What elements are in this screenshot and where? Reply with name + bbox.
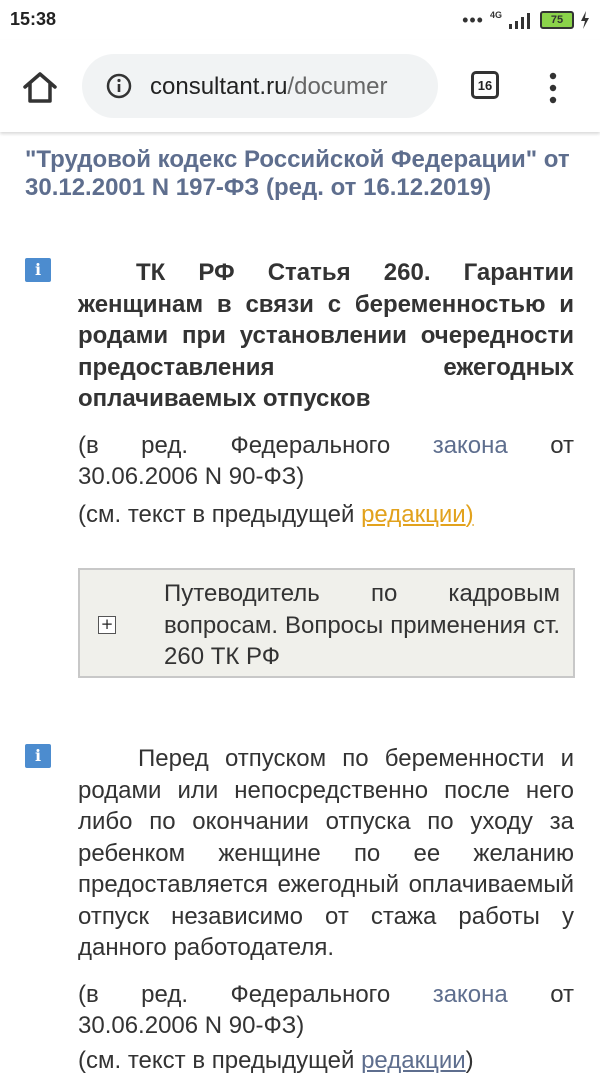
- previous-edition-note: (см. текст в предыдущей редакции): [78, 501, 474, 528]
- document-title[interactable]: "Трудовой кодекс Российской Федерации" о…: [25, 146, 577, 202]
- guide-box[interactable]: + Путеводитель по кадровым вопросам. Воп…: [78, 568, 575, 678]
- law-link[interactable]: закона: [433, 981, 508, 1008]
- expand-plus-icon[interactable]: +: [98, 616, 116, 634]
- status-time: 15:38: [10, 9, 57, 29]
- article-heading: ТК РФ Статья 260. Гарантии женщинам в св…: [78, 259, 574, 412]
- edition-link[interactable]: редакции: [361, 1047, 466, 1074]
- browser-toolbar: consultant.ru/documer 16: [0, 40, 600, 132]
- battery-icon: 75: [540, 11, 574, 29]
- paragraph-info-icon[interactable]: i: [25, 258, 51, 282]
- tab-switcher-icon[interactable]: 16: [471, 71, 499, 99]
- charging-icon: [581, 11, 589, 29]
- info-circle-icon[interactable]: [106, 73, 132, 99]
- url-path: /documer: [287, 73, 388, 100]
- url-bar[interactable]: consultant.ru/documer: [82, 54, 438, 118]
- notification-dots-icon: •••: [462, 9, 484, 30]
- amendment-note: (в ред. Федерального закона от: [78, 981, 575, 1008]
- status-bar: 15:38 ••• 4G 75: [0, 0, 600, 40]
- more-vert-icon[interactable]: [541, 68, 565, 108]
- url-text[interactable]: consultant.ru/documer: [150, 73, 387, 101]
- paragraph-info-icon[interactable]: i: [25, 744, 51, 768]
- article-body: Перед отпуском по беременности и родами …: [78, 745, 574, 961]
- amendment-note-line2: 30.06.2006 N 90-ФЗ): [78, 1012, 305, 1039]
- signal-icon: [509, 13, 530, 29]
- amendment-note: (в ред. Федерального закона от: [78, 432, 575, 459]
- status-icons: ••• 4G 75: [462, 8, 590, 32]
- home-icon[interactable]: [20, 68, 60, 108]
- amendment-note-line2: 30.06.2006 N 90-ФЗ): [78, 463, 305, 490]
- previous-edition-note: (см. текст в предыдущей редакции): [78, 1047, 474, 1074]
- law-link[interactable]: закона: [433, 432, 508, 459]
- guide-text[interactable]: Путеводитель по кадровым вопросам. Вопро…: [164, 578, 560, 673]
- url-domain: consultant.ru: [150, 73, 288, 100]
- edition-link[interactable]: редакции: [361, 501, 466, 528]
- network-type: 4G: [489, 10, 502, 20]
- tab-count: 16: [477, 77, 493, 93]
